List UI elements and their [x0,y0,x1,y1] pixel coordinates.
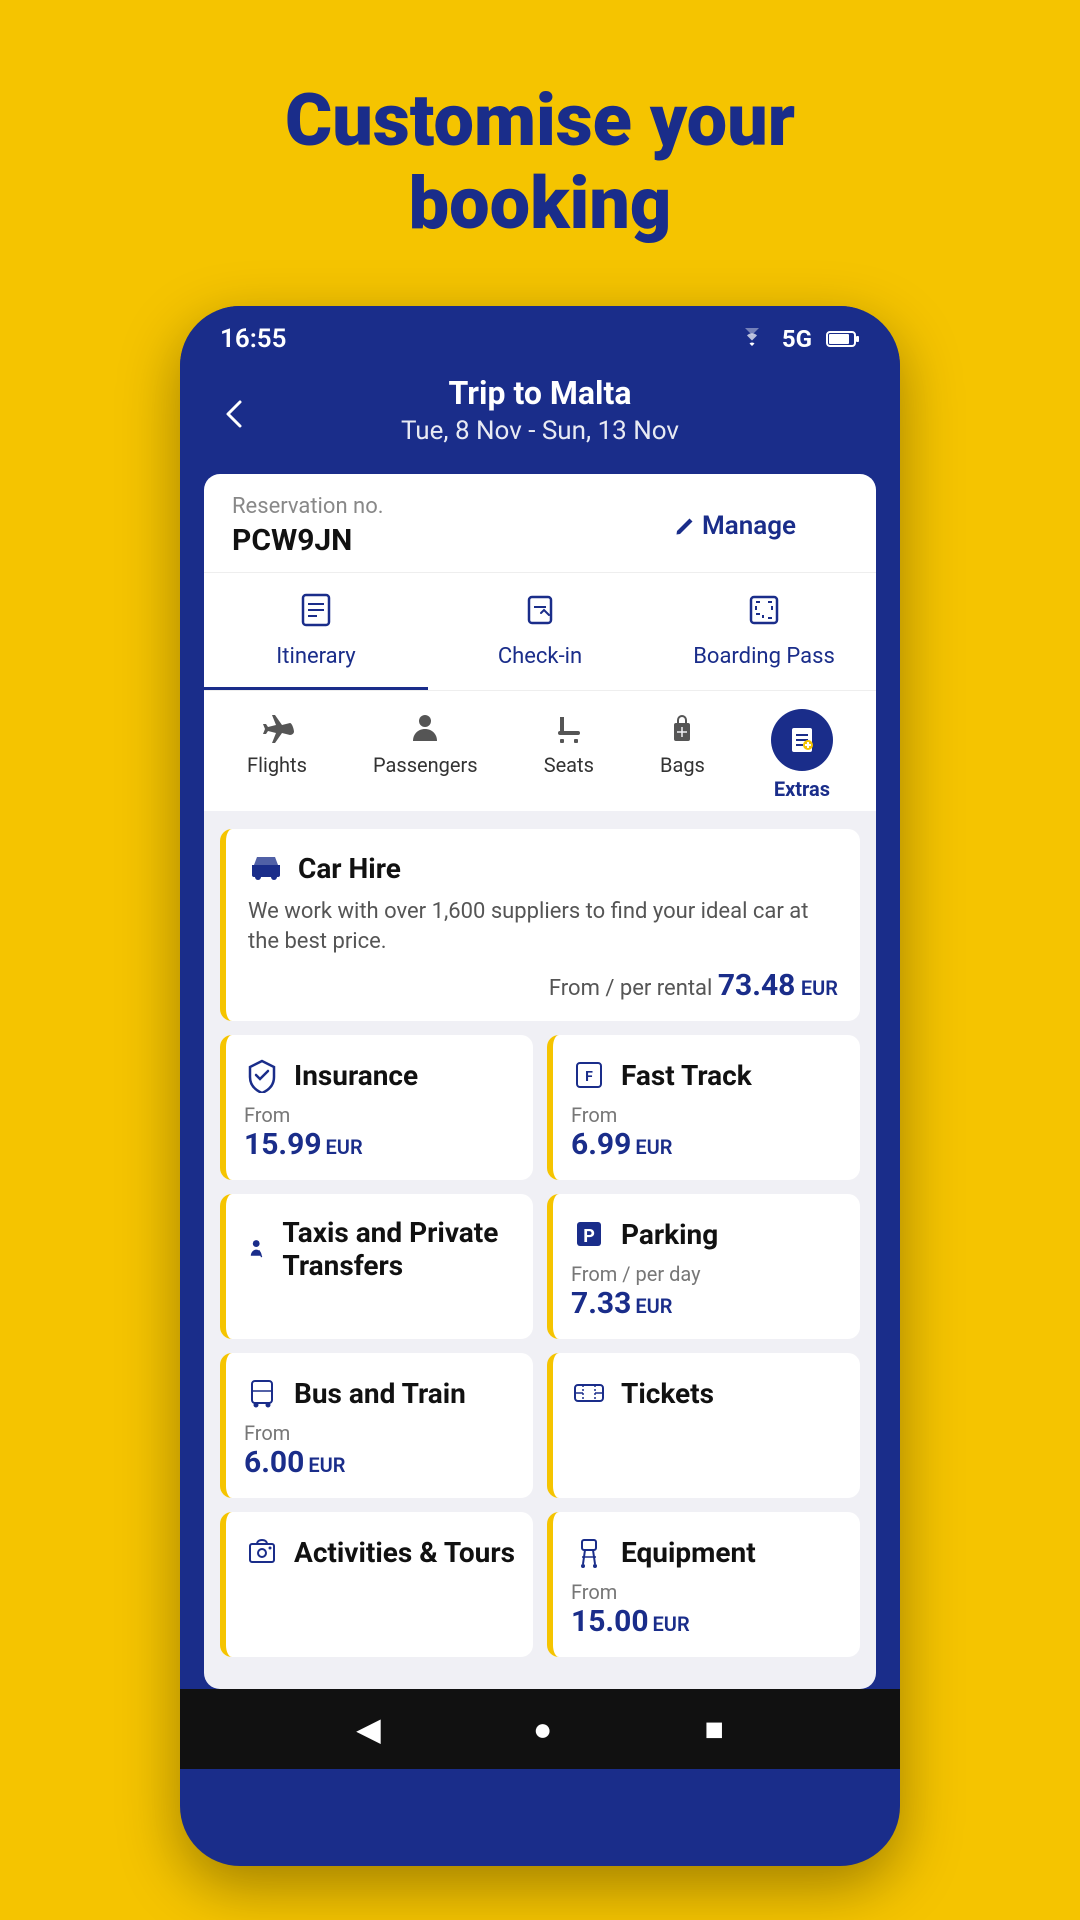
status-icons: 5G [736,325,860,353]
seats-icon [550,709,588,747]
status-time: 16:55 [220,324,287,354]
trip-title: Trip to Malta [220,374,860,412]
equipment-icon [571,1534,607,1570]
app-header: Trip to Malta Tue, 8 Nov - Sun, 13 Nov [180,364,900,474]
parking-icon: P [571,1216,607,1252]
phone-frame: 16:55 5G Trip to Malta Tue, 8 [180,306,900,1866]
bus-price: 6.00 [244,1445,304,1480]
equipment-card[interactable]: Equipment From 15.00 EUR [547,1512,860,1657]
equipment-name: Equipment [621,1536,756,1569]
page-headline: Customise your booking [225,0,855,306]
tickets-name: Tickets [621,1377,714,1410]
status-bar: 16:55 5G [180,306,900,364]
checkin-icon [521,591,559,638]
tab-boarding[interactable]: Boarding Pass [652,573,876,690]
insurance-name: Insurance [294,1059,418,1092]
signal-label: 5G [782,325,812,353]
equipment-currency: EUR [653,1612,690,1636]
parking-name: Parking [621,1218,718,1251]
taxis-name: Taxis and Private Transfers [282,1216,515,1282]
trip-dates: Tue, 8 Nov - Sun, 13 Nov [220,416,860,446]
car-hire-price: From / per rental 73.48 EUR [248,968,838,1003]
passengers-icon [406,709,444,747]
parking-from: From / per day [571,1262,842,1286]
equipment-from: From [571,1580,842,1604]
system-home-button[interactable]: ● [533,1710,552,1748]
manage-button[interactable]: Manage [674,511,796,541]
nav-item-bags[interactable]: Bags [660,709,705,801]
svg-text:P: P [583,1226,595,1247]
tickets-icon [571,1375,607,1411]
seats-label: Seats [544,753,594,777]
insurance-price: 15.99 [244,1127,322,1162]
row-bus-tickets: Bus and Train From 6.00 EUR Tickets [220,1353,860,1498]
taxis-icon [244,1231,268,1267]
fast-track-price: 6.99 [571,1127,631,1162]
svg-text:F: F [585,1069,593,1085]
row-taxis-parking: Taxis and Private Transfers P Parking Fr… [220,1194,860,1339]
services-content: Car Hire We work with over 1,600 supplie… [204,811,876,1690]
car-hire-icon [248,851,284,887]
itinerary-label: Itinerary [276,644,355,669]
reservation-label: Reservation no. [232,494,384,519]
nav-item-extras[interactable]: Extras [771,709,833,801]
bus-from: From [244,1421,515,1445]
system-recents-button[interactable]: ■ [705,1710,724,1748]
nav-item-flights[interactable]: Flights [247,709,307,801]
bus-icon [244,1375,280,1411]
battery-icon [826,329,860,349]
checkin-label: Check-in [498,644,582,669]
extras-icon [783,721,821,759]
reservation-card: Reservation no. PCW9JN Manage [204,474,876,572]
bags-icon [663,709,701,747]
activities-name: Activities & Tours [294,1536,515,1569]
car-hire-name: Car Hire [298,852,401,885]
parking-price: 7.33 [571,1286,631,1321]
activities-card[interactable]: Activities & Tours [220,1512,533,1657]
fast-track-icon: F [571,1057,607,1093]
row-insurance-fasttrack: Insurance From 15.99 EUR F Fast Track Fr… [220,1035,860,1180]
booking-tabs: Itinerary Check-in [204,572,876,690]
system-back-button[interactable]: ◀ [356,1710,381,1748]
parking-currency: EUR [635,1294,672,1318]
row-activities-equipment: Activities & Tours Equipment From [220,1512,860,1657]
parking-card[interactable]: P Parking From / per day 7.33 EUR [547,1194,860,1339]
nav-item-seats[interactable]: Seats [544,709,594,801]
fast-track-currency: EUR [635,1135,672,1159]
tab-checkin[interactable]: Check-in [428,573,652,690]
insurance-card[interactable]: Insurance From 15.99 EUR [220,1035,533,1180]
system-nav-bar: ◀ ● ■ [180,1689,900,1769]
flights-label: Flights [247,753,307,777]
bus-train-name: Bus and Train [294,1377,466,1410]
fast-track-name: Fast Track [621,1059,752,1092]
wifi-icon [736,328,768,350]
bus-train-card[interactable]: Bus and Train From 6.00 EUR [220,1353,533,1498]
extras-active-bg [771,709,833,771]
itinerary-icon [297,591,335,638]
car-hire-card[interactable]: Car Hire We work with over 1,600 supplie… [220,829,860,1022]
bags-label: Bags [660,753,705,777]
car-hire-desc: We work with over 1,600 suppliers to fin… [248,897,838,959]
reservation-number: PCW9JN [232,523,384,558]
bottom-nav: Flights Passengers Seats [204,690,876,811]
activities-icon [244,1534,280,1570]
fast-track-from: From [571,1103,842,1127]
insurance-currency: EUR [326,1135,363,1159]
equipment-price: 15.00 [571,1604,649,1639]
taxis-card[interactable]: Taxis and Private Transfers [220,1194,533,1339]
insurance-from: From [244,1103,515,1127]
extras-label: Extras [774,777,830,801]
boarding-label: Boarding Pass [693,644,835,669]
passengers-label: Passengers [373,753,478,777]
flights-icon [258,709,296,747]
insurance-icon [244,1057,280,1093]
tickets-card[interactable]: Tickets [547,1353,860,1498]
fast-track-card[interactable]: F Fast Track From 6.99 EUR [547,1035,860,1180]
bus-currency: EUR [308,1453,345,1477]
boarding-icon [745,591,783,638]
nav-item-passengers[interactable]: Passengers [373,709,478,801]
tab-itinerary[interactable]: Itinerary [204,573,428,690]
